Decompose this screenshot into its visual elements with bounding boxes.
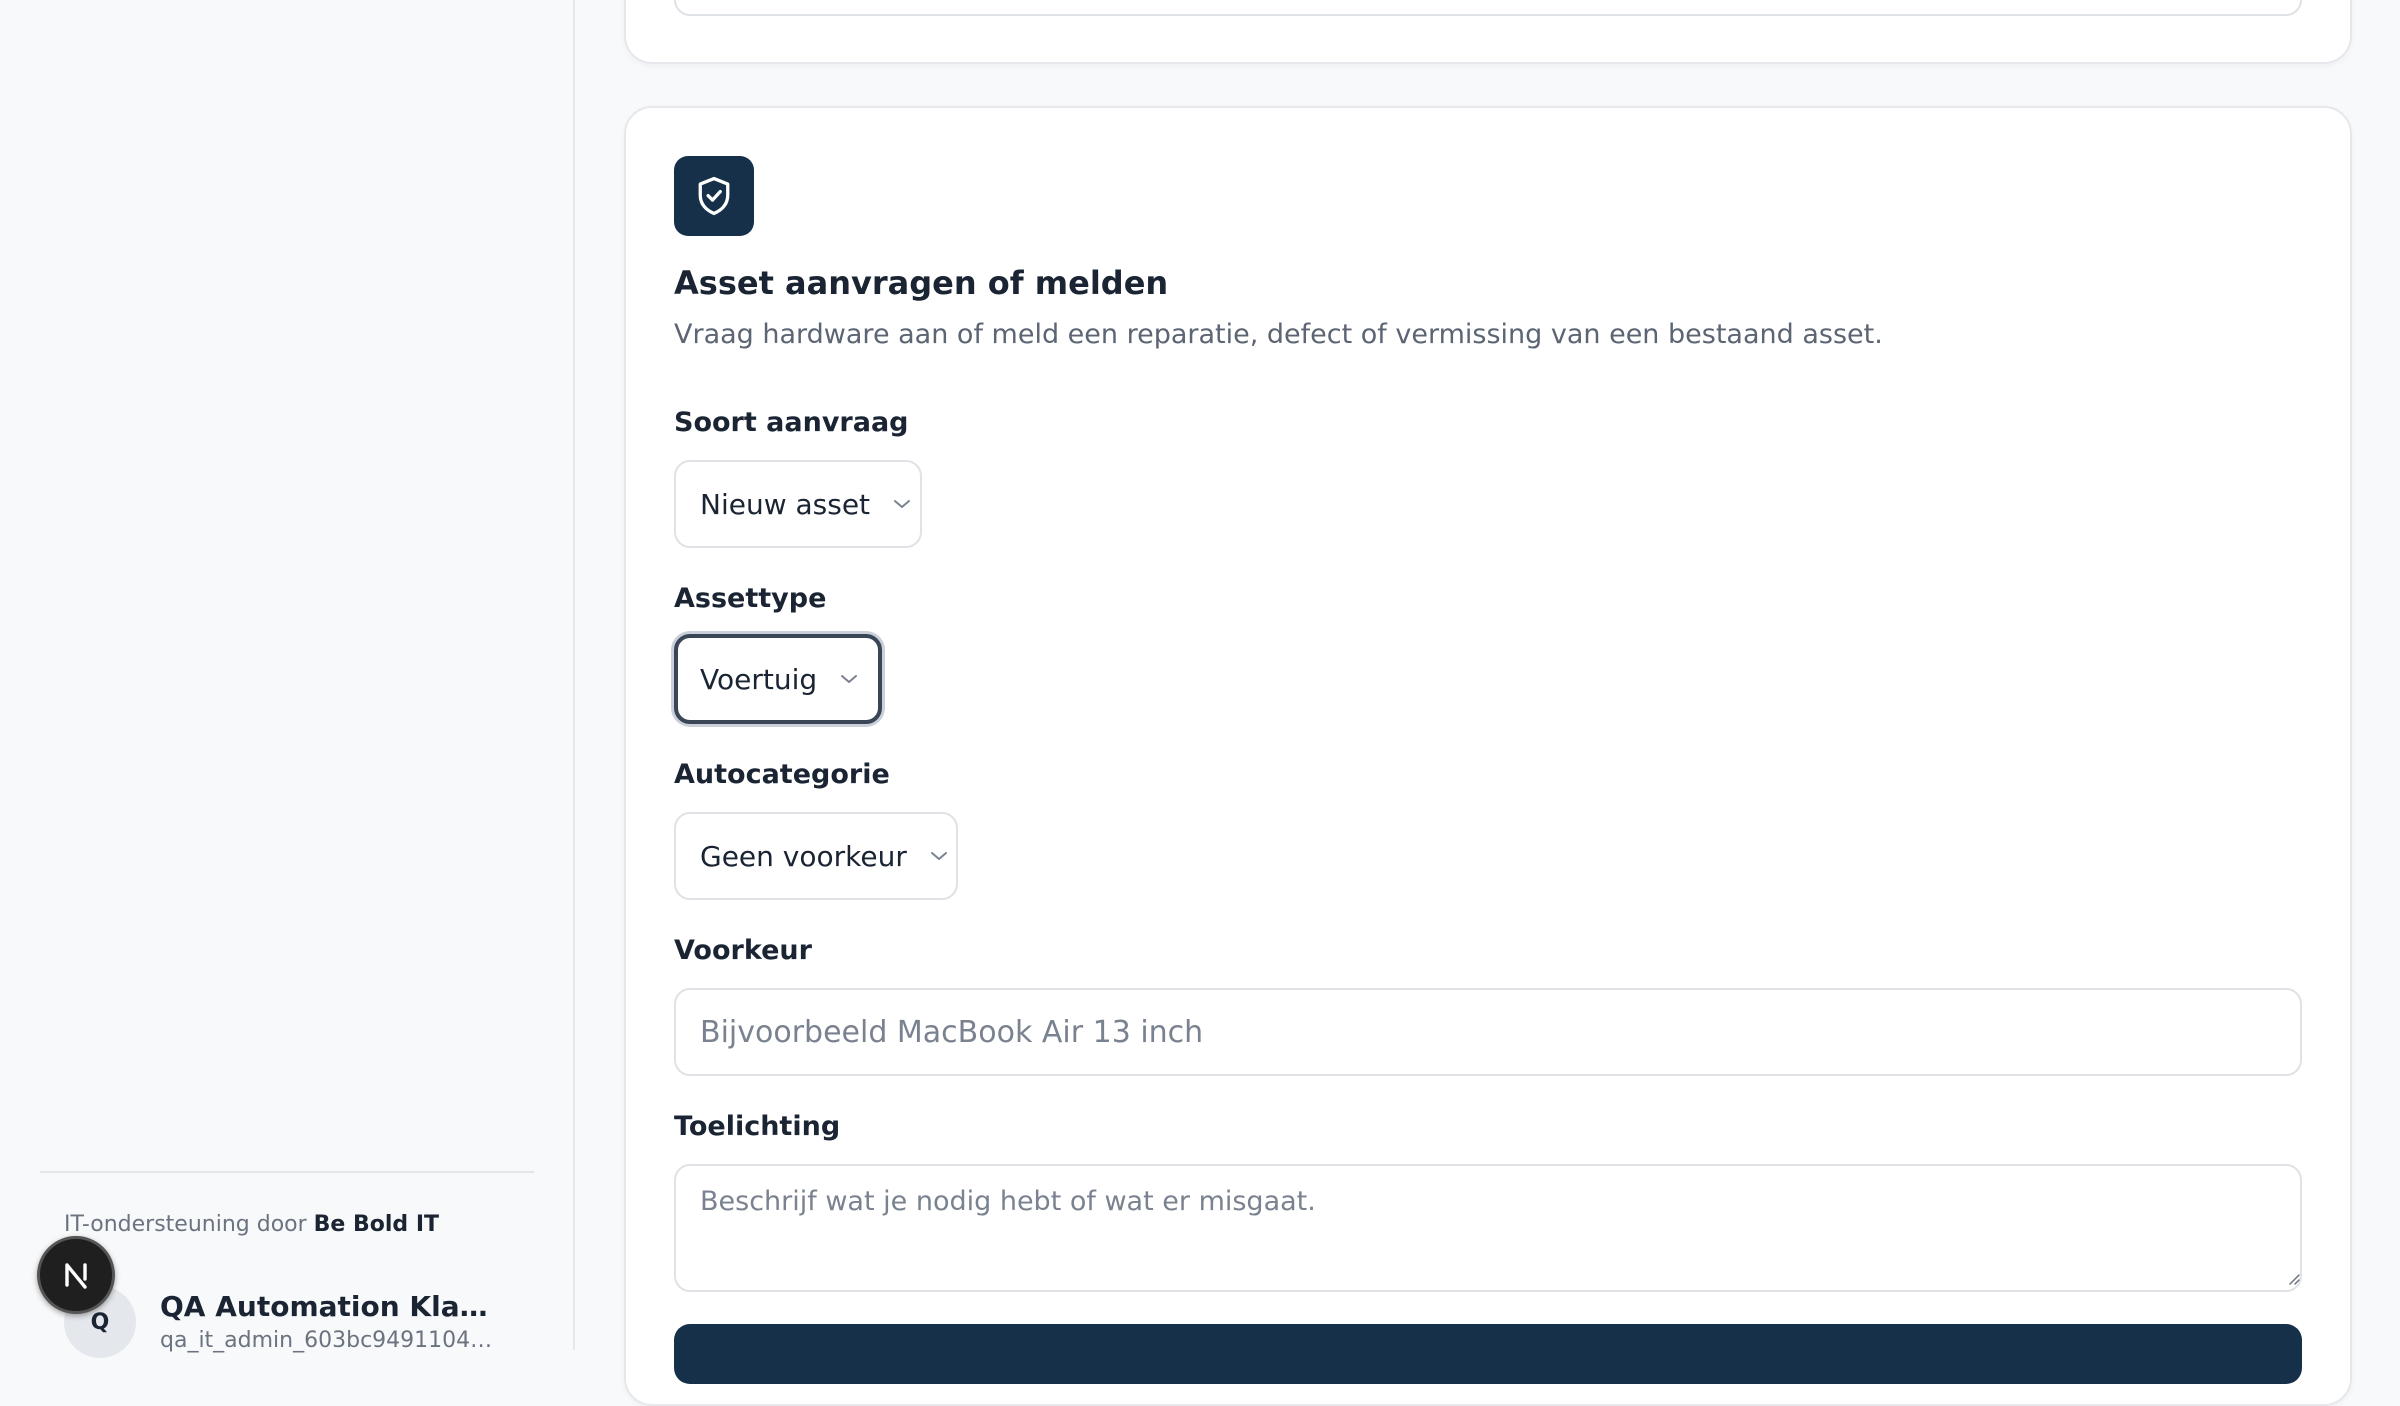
sidebar: IT-ondersteuning door Be Bold IT Q QA Au… <box>0 0 575 1358</box>
user-email: qa_it_admin_603bc9491104bc... <box>160 1328 505 1353</box>
user-name[interactable]: QA Automation Klantbeh... <box>160 1290 500 1323</box>
textarea-resize-handle[interactable] <box>2286 1270 2300 1285</box>
request-type-value: Nieuw asset <box>700 487 871 521</box>
request-type-label: Soort aanvraag <box>674 407 909 438</box>
previous-card-field[interactable] <box>674 0 2302 16</box>
car-category-value: Geen voorkeur <box>700 839 907 873</box>
n-logo-icon <box>65 1263 87 1289</box>
request-type-select[interactable]: Nieuw asset <box>674 460 922 548</box>
asset-type-label: Assettype <box>674 583 827 614</box>
explanation-textarea[interactable] <box>674 1164 2302 1292</box>
explanation-label: Toelichting <box>674 1111 841 1142</box>
car-category-select[interactable]: Geen voorkeur <box>674 812 958 900</box>
support-brand-link[interactable]: Be Bold IT <box>314 1212 439 1237</box>
chevron-down-icon <box>839 673 859 685</box>
shield-check-icon <box>674 156 754 236</box>
card-title: Asset aanvragen of melden <box>674 264 1169 302</box>
preference-input[interactable] <box>674 988 2302 1076</box>
chevron-down-icon <box>929 850 949 862</box>
floating-n-badge[interactable] <box>37 1236 115 1314</box>
car-category-label: Autocategorie <box>674 759 890 790</box>
submit-button[interactable] <box>674 1324 2302 1384</box>
card-subtitle: Vraag hardware aan of meld een reparatie… <box>674 319 1883 350</box>
sidebar-divider <box>40 1171 534 1173</box>
asset-type-value: Voertuig <box>700 662 818 696</box>
preference-label: Voorkeur <box>674 935 812 966</box>
support-prefix: IT-ondersteuning door <box>64 1212 307 1237</box>
asset-type-select[interactable]: Voertuig <box>674 634 882 724</box>
support-credit: IT-ondersteuning door Be Bold IT <box>64 1212 439 1237</box>
chevron-down-icon <box>892 498 912 510</box>
previous-card <box>624 0 2352 64</box>
